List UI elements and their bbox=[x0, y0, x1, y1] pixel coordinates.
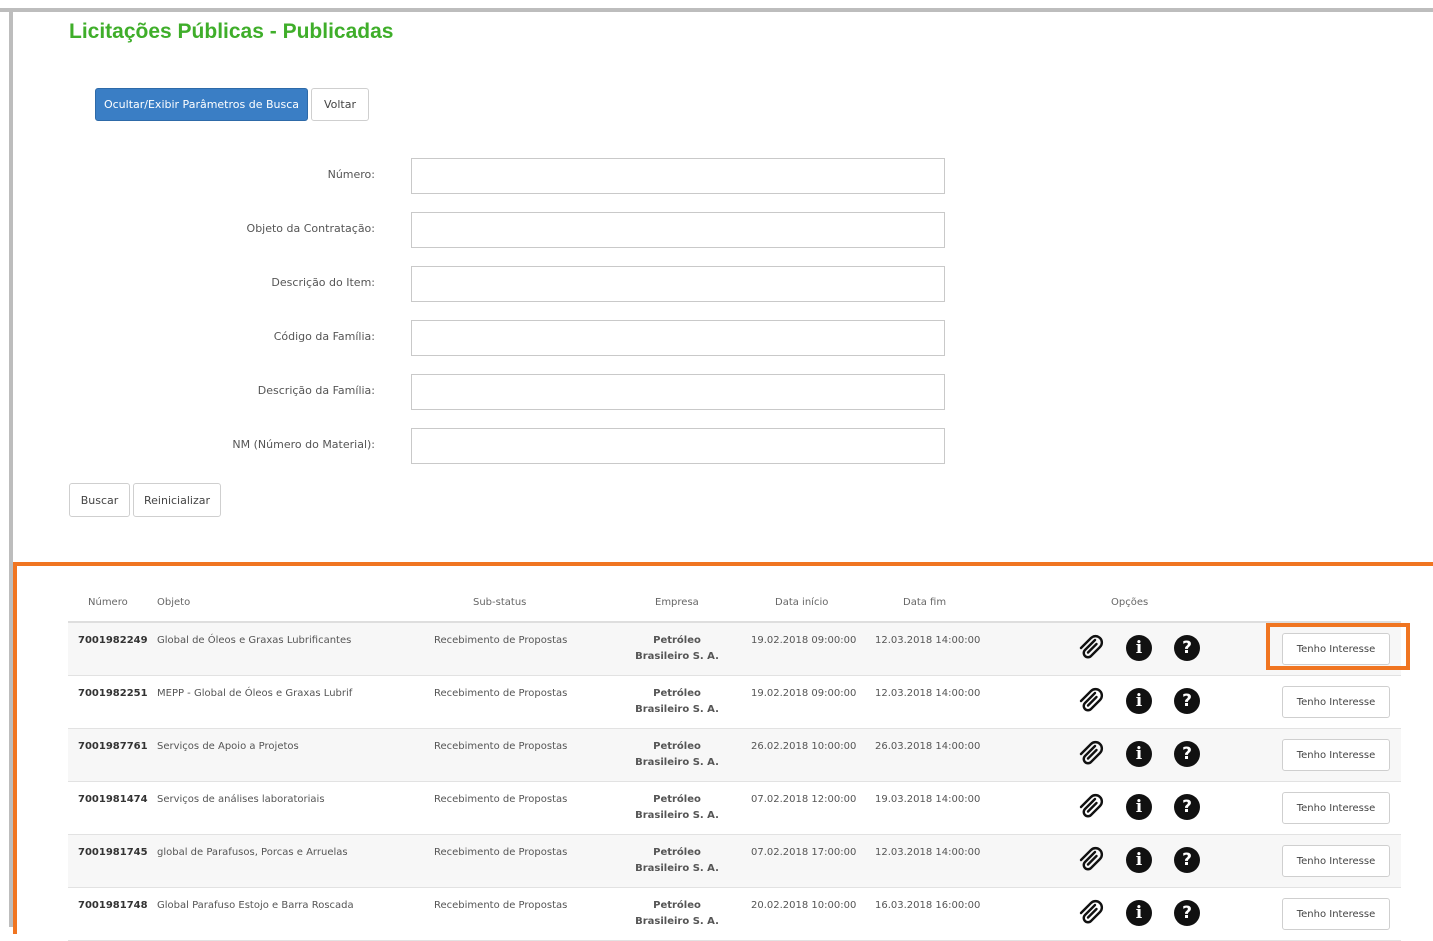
info-icon[interactable]: i bbox=[1124, 739, 1154, 769]
numero-label: Número: bbox=[327, 168, 375, 181]
cell-objeto: Serviços de Apoio a Projetos bbox=[157, 741, 299, 752]
cell-data-inicio: 26.02.2018 10:00:00 bbox=[751, 741, 857, 752]
paperclip-icon[interactable] bbox=[1076, 633, 1106, 663]
cell-empresa: Petróleo Brasileiro S. A. bbox=[635, 794, 719, 821]
table-row: 7001982251 MEPP - Global de Óleos e Graxa… bbox=[68, 676, 1401, 729]
cell-substatus: Recebimento de Propostas bbox=[434, 635, 568, 646]
header-substatus[interactable]: Sub-status bbox=[473, 597, 526, 608]
tenho-interesse-button[interactable]: Tenho Interesse bbox=[1282, 792, 1390, 824]
cell-data-fim: 12.03.2018 14:00:00 bbox=[875, 635, 981, 646]
help-icon[interactable]: ? bbox=[1172, 845, 1202, 875]
header-objeto[interactable]: Objeto bbox=[157, 597, 190, 608]
descricao-item-input[interactable] bbox=[411, 266, 945, 302]
help-icon[interactable]: ? bbox=[1172, 686, 1202, 716]
descricao-familia-label: Descrição da Família: bbox=[257, 384, 375, 397]
cell-objeto: Global de Óleos e Graxas Lubrificantes bbox=[157, 635, 352, 646]
reset-button[interactable]: Reinicializar bbox=[133, 483, 221, 517]
header-data-fim[interactable]: Data fim bbox=[903, 597, 946, 608]
cell-numero: 7001987761 bbox=[78, 741, 148, 752]
cell-substatus: Recebimento de Propostas bbox=[434, 900, 568, 911]
paperclip-icon[interactable] bbox=[1076, 792, 1106, 822]
numero-input[interactable] bbox=[411, 158, 945, 194]
paperclip-icon[interactable] bbox=[1076, 898, 1106, 928]
info-icon[interactable]: i bbox=[1124, 686, 1154, 716]
tenho-interesse-button[interactable]: Tenho Interesse bbox=[1282, 845, 1390, 877]
cell-substatus: Recebimento de Propostas bbox=[434, 794, 568, 805]
help-icon[interactable]: ? bbox=[1172, 739, 1202, 769]
cell-data-fim: 19.03.2018 14:00:00 bbox=[875, 794, 981, 805]
cell-data-fim: 26.03.2018 14:00:00 bbox=[875, 741, 981, 752]
cell-objeto: Global Parafuso Estojo e Barra Roscada bbox=[157, 900, 354, 911]
cell-empresa: Petróleo Brasileiro S. A. bbox=[635, 635, 719, 662]
nm-label: NM (Número do Material): bbox=[232, 438, 375, 451]
cell-objeto: global de Parafusos, Porcas e Arruelas bbox=[157, 847, 348, 858]
table-row: 7001981748 Global Parafuso Estojo e Barra… bbox=[68, 888, 1401, 941]
cell-substatus: Recebimento de Propostas bbox=[434, 688, 568, 699]
descricao-item-label: Descrição do Item: bbox=[271, 276, 375, 289]
cell-numero: 7001981474 bbox=[78, 794, 148, 805]
info-icon[interactable]: i bbox=[1124, 792, 1154, 822]
search-button[interactable]: Buscar bbox=[69, 483, 130, 517]
nm-input[interactable] bbox=[411, 428, 945, 464]
table-row: 7001981474 Serviços de análises laborator… bbox=[68, 782, 1401, 835]
header-opcoes: Opções bbox=[1111, 597, 1149, 608]
cell-substatus: Recebimento de Propostas bbox=[434, 741, 568, 752]
tenho-interesse-button[interactable]: Tenho Interesse bbox=[1282, 739, 1390, 771]
cell-data-fim: 12.03.2018 14:00:00 bbox=[875, 688, 981, 699]
help-icon[interactable]: ? bbox=[1172, 898, 1202, 928]
header-numero[interactable]: Número bbox=[88, 597, 128, 608]
tenho-interesse-button[interactable]: Tenho Interesse bbox=[1282, 686, 1390, 718]
objeto-label: Objeto da Contratação: bbox=[246, 222, 375, 235]
tenho-interesse-button[interactable]: Tenho Interesse bbox=[1282, 898, 1390, 930]
header-empresa[interactable]: Empresa bbox=[655, 597, 699, 608]
cell-empresa: Petróleo Brasileiro S. A. bbox=[635, 688, 719, 715]
cell-data-inicio: 19.02.2018 09:00:00 bbox=[751, 635, 857, 646]
paperclip-icon[interactable] bbox=[1076, 686, 1106, 716]
info-icon[interactable]: i bbox=[1124, 845, 1154, 875]
cell-data-fim: 12.03.2018 14:00:00 bbox=[875, 847, 981, 858]
cell-numero: 7001982249 bbox=[78, 635, 148, 646]
cell-numero: 7001982251 bbox=[78, 688, 148, 699]
back-button[interactable]: Voltar bbox=[311, 88, 369, 121]
cell-data-fim: 16.03.2018 16:00:00 bbox=[875, 900, 981, 911]
cell-numero: 7001981748 bbox=[78, 900, 148, 911]
cell-substatus: Recebimento de Propostas bbox=[434, 847, 568, 858]
cell-empresa: Petróleo Brasileiro S. A. bbox=[635, 900, 719, 927]
codigo-familia-label: Código da Família: bbox=[273, 330, 375, 343]
cell-empresa: Petróleo Brasileiro S. A. bbox=[635, 741, 719, 768]
codigo-familia-input[interactable] bbox=[411, 320, 945, 356]
page-title: Licitações Públicas - Publicadas bbox=[69, 20, 394, 43]
tenho-interesse-highlight bbox=[1266, 623, 1410, 670]
table-row: 7001987761 Serviços de Apoio a Projetos Re… bbox=[68, 729, 1401, 782]
cell-data-inicio: 07.02.2018 17:00:00 bbox=[751, 847, 857, 858]
cell-objeto: Serviços de análises laboratoriais bbox=[157, 794, 325, 805]
cell-data-inicio: 07.02.2018 12:00:00 bbox=[751, 794, 857, 805]
paperclip-icon[interactable] bbox=[1076, 739, 1106, 769]
toggle-search-params-button[interactable]: Ocultar/Exibir Parâmetros de Busca bbox=[95, 88, 308, 121]
cell-numero: 7001981745 bbox=[78, 847, 148, 858]
help-icon[interactable]: ? bbox=[1172, 633, 1202, 663]
info-icon[interactable]: i bbox=[1124, 633, 1154, 663]
cell-objeto: MEPP - Global de Óleos e Graxas Lubrif bbox=[157, 688, 353, 699]
paperclip-icon[interactable] bbox=[1076, 845, 1106, 875]
table-row: 7001982249 Global de Óleos e Graxas Lubri… bbox=[68, 623, 1401, 676]
descricao-familia-input[interactable] bbox=[411, 374, 945, 410]
info-icon[interactable]: i bbox=[1124, 898, 1154, 928]
cell-data-inicio: 20.02.2018 10:00:00 bbox=[751, 900, 857, 911]
help-icon[interactable]: ? bbox=[1172, 792, 1202, 822]
cell-data-inicio: 19.02.2018 09:00:00 bbox=[751, 688, 857, 699]
window-frame-top bbox=[0, 8, 1433, 12]
table-row: 7001981745 global de Parafusos, Porcas e … bbox=[68, 835, 1401, 888]
header-data-inicio[interactable]: Data início bbox=[775, 597, 828, 608]
cell-empresa: Petróleo Brasileiro S. A. bbox=[635, 847, 719, 874]
objeto-input[interactable] bbox=[411, 212, 945, 248]
